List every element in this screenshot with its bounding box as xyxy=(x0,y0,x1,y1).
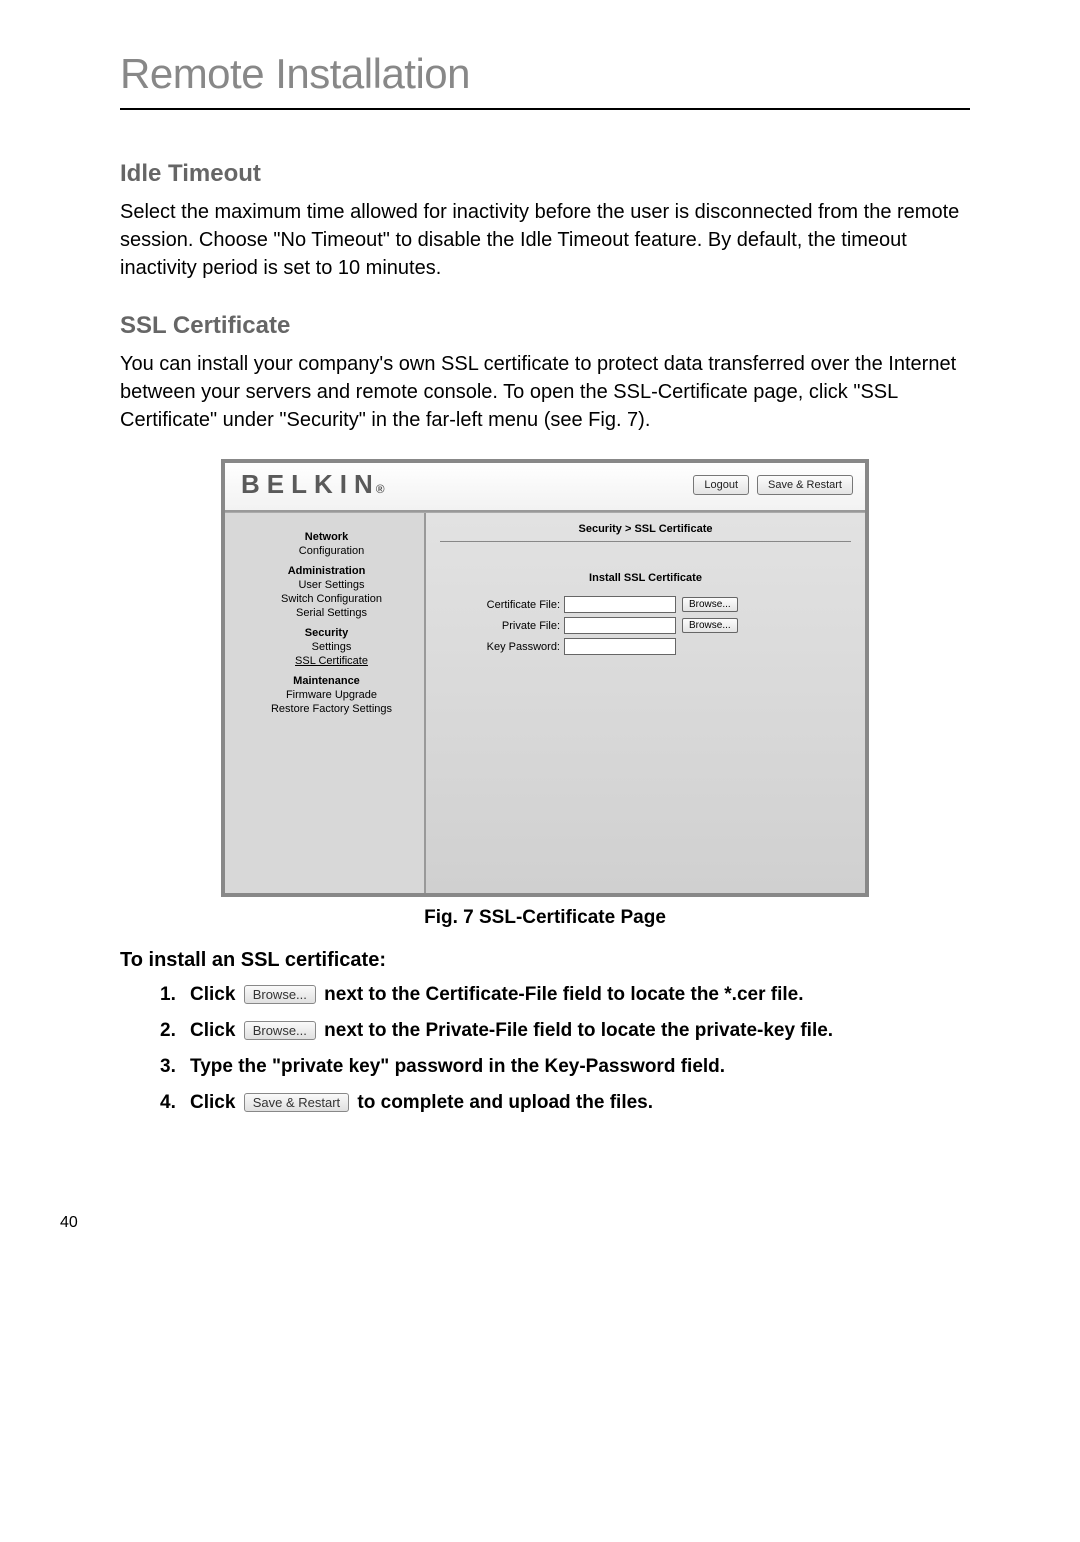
step-3-text: Type the "private key" password in the K… xyxy=(190,1056,725,1078)
install-heading: To install an SSL certificate: xyxy=(120,949,970,972)
chapter-title: Remote Installation xyxy=(120,50,970,110)
step-4-text: Click Save & Restart to complete and upl… xyxy=(190,1092,653,1114)
install-steps: 1. Click Browse... next to the Certifica… xyxy=(120,984,970,1114)
step-1-text: Click Browse... next to the Certificate-… xyxy=(190,984,804,1006)
sidebar-item-firmware-upgrade[interactable]: Firmware Upgrade xyxy=(239,689,414,701)
step-4-b: to complete and upload the files. xyxy=(352,1092,653,1113)
step-1-a: Click xyxy=(190,984,241,1005)
sidebar-item-ssl-certificate[interactable]: SSL Certificate xyxy=(239,655,414,667)
step-2-text: Click Browse... next to the Private-File… xyxy=(190,1020,833,1042)
brand-logo: BELKIN® xyxy=(241,469,385,500)
sidebar-item-restore-factory[interactable]: Restore Factory Settings xyxy=(239,703,414,715)
form-row-cert: Certificate File: Browse... xyxy=(440,596,851,613)
step-2: 2. Click Browse... next to the Private-F… xyxy=(160,1020,970,1042)
body-text-idle: Select the maximum time allowed for inac… xyxy=(120,198,970,282)
label-private-file: Private File: xyxy=(440,620,564,632)
step-4-num: 4. xyxy=(160,1092,190,1114)
sidebar-item-settings[interactable]: Settings xyxy=(239,641,414,653)
save-restart-button[interactable]: Save & Restart xyxy=(757,475,853,495)
sidebar-group-security: Security xyxy=(239,627,414,639)
figure-caption: Fig. 7 SSL-Certificate Page xyxy=(120,907,970,929)
section-heading-ssl: SSL Certificate xyxy=(120,312,970,340)
input-key-password[interactable] xyxy=(564,638,676,655)
body-text-ssl: You can install your company's own SSL c… xyxy=(120,350,970,434)
sidebar-item-serial-settings[interactable]: Serial Settings xyxy=(239,607,414,619)
step-4-a: Click xyxy=(190,1092,241,1113)
browse-cert-button[interactable]: Browse... xyxy=(682,597,738,612)
inline-browse-2: Browse... xyxy=(244,1021,316,1040)
figure-wrap: BELKIN® Logout Save & Restart Network Co… xyxy=(120,459,970,929)
brand-suffix: ® xyxy=(376,482,385,496)
sidebar-item-configuration[interactable]: Configuration xyxy=(239,545,414,557)
sidebar-item-switch-configuration[interactable]: Switch Configuration xyxy=(239,593,414,605)
sidebar-group-administration: Administration xyxy=(239,565,414,577)
step-1-b: next to the Certificate-File field to lo… xyxy=(319,984,804,1005)
step-1-num: 1. xyxy=(160,984,190,1006)
content-panel: Security > SSL Certificate Install SSL C… xyxy=(426,513,865,893)
step-2-b: next to the Private-File field to locate… xyxy=(319,1020,833,1041)
breadcrumb: Security > SSL Certificate xyxy=(440,523,851,542)
app-screenshot: BELKIN® Logout Save & Restart Network Co… xyxy=(221,459,869,897)
input-private-file[interactable] xyxy=(564,617,676,634)
app-header: BELKIN® Logout Save & Restart xyxy=(225,463,865,512)
step-4: 4. Click Save & Restart to complete and … xyxy=(160,1092,970,1114)
label-cert-file: Certificate File: xyxy=(440,599,564,611)
input-cert-file[interactable] xyxy=(564,596,676,613)
step-3-num: 3. xyxy=(160,1056,190,1078)
logout-button[interactable]: Logout xyxy=(693,475,749,495)
inline-browse-1: Browse... xyxy=(244,985,316,1004)
brand-text: BELKIN xyxy=(241,469,380,499)
step-2-a: Click xyxy=(190,1020,241,1041)
sidebar: Network Configuration Administration Use… xyxy=(225,513,426,893)
panel-title: Install SSL Certificate xyxy=(440,572,851,584)
app-body: Network Configuration Administration Use… xyxy=(225,512,865,893)
section-heading-idle: Idle Timeout xyxy=(120,160,970,188)
header-buttons: Logout Save & Restart xyxy=(693,475,853,495)
form-row-key: Key Password: xyxy=(440,638,851,655)
label-key-password: Key Password: xyxy=(440,641,564,653)
browse-priv-button[interactable]: Browse... xyxy=(682,618,738,633)
step-3: 3. Type the "private key" password in th… xyxy=(160,1056,970,1078)
form-row-priv: Private File: Browse... xyxy=(440,617,851,634)
inline-save-restart: Save & Restart xyxy=(244,1093,349,1112)
step-2-num: 2. xyxy=(160,1020,190,1042)
sidebar-group-maintenance: Maintenance xyxy=(239,675,414,687)
step-1: 1. Click Browse... next to the Certifica… xyxy=(160,984,970,1006)
sidebar-item-user-settings[interactable]: User Settings xyxy=(239,579,414,591)
sidebar-group-network: Network xyxy=(239,531,414,543)
page-number: 40 xyxy=(60,1214,970,1232)
